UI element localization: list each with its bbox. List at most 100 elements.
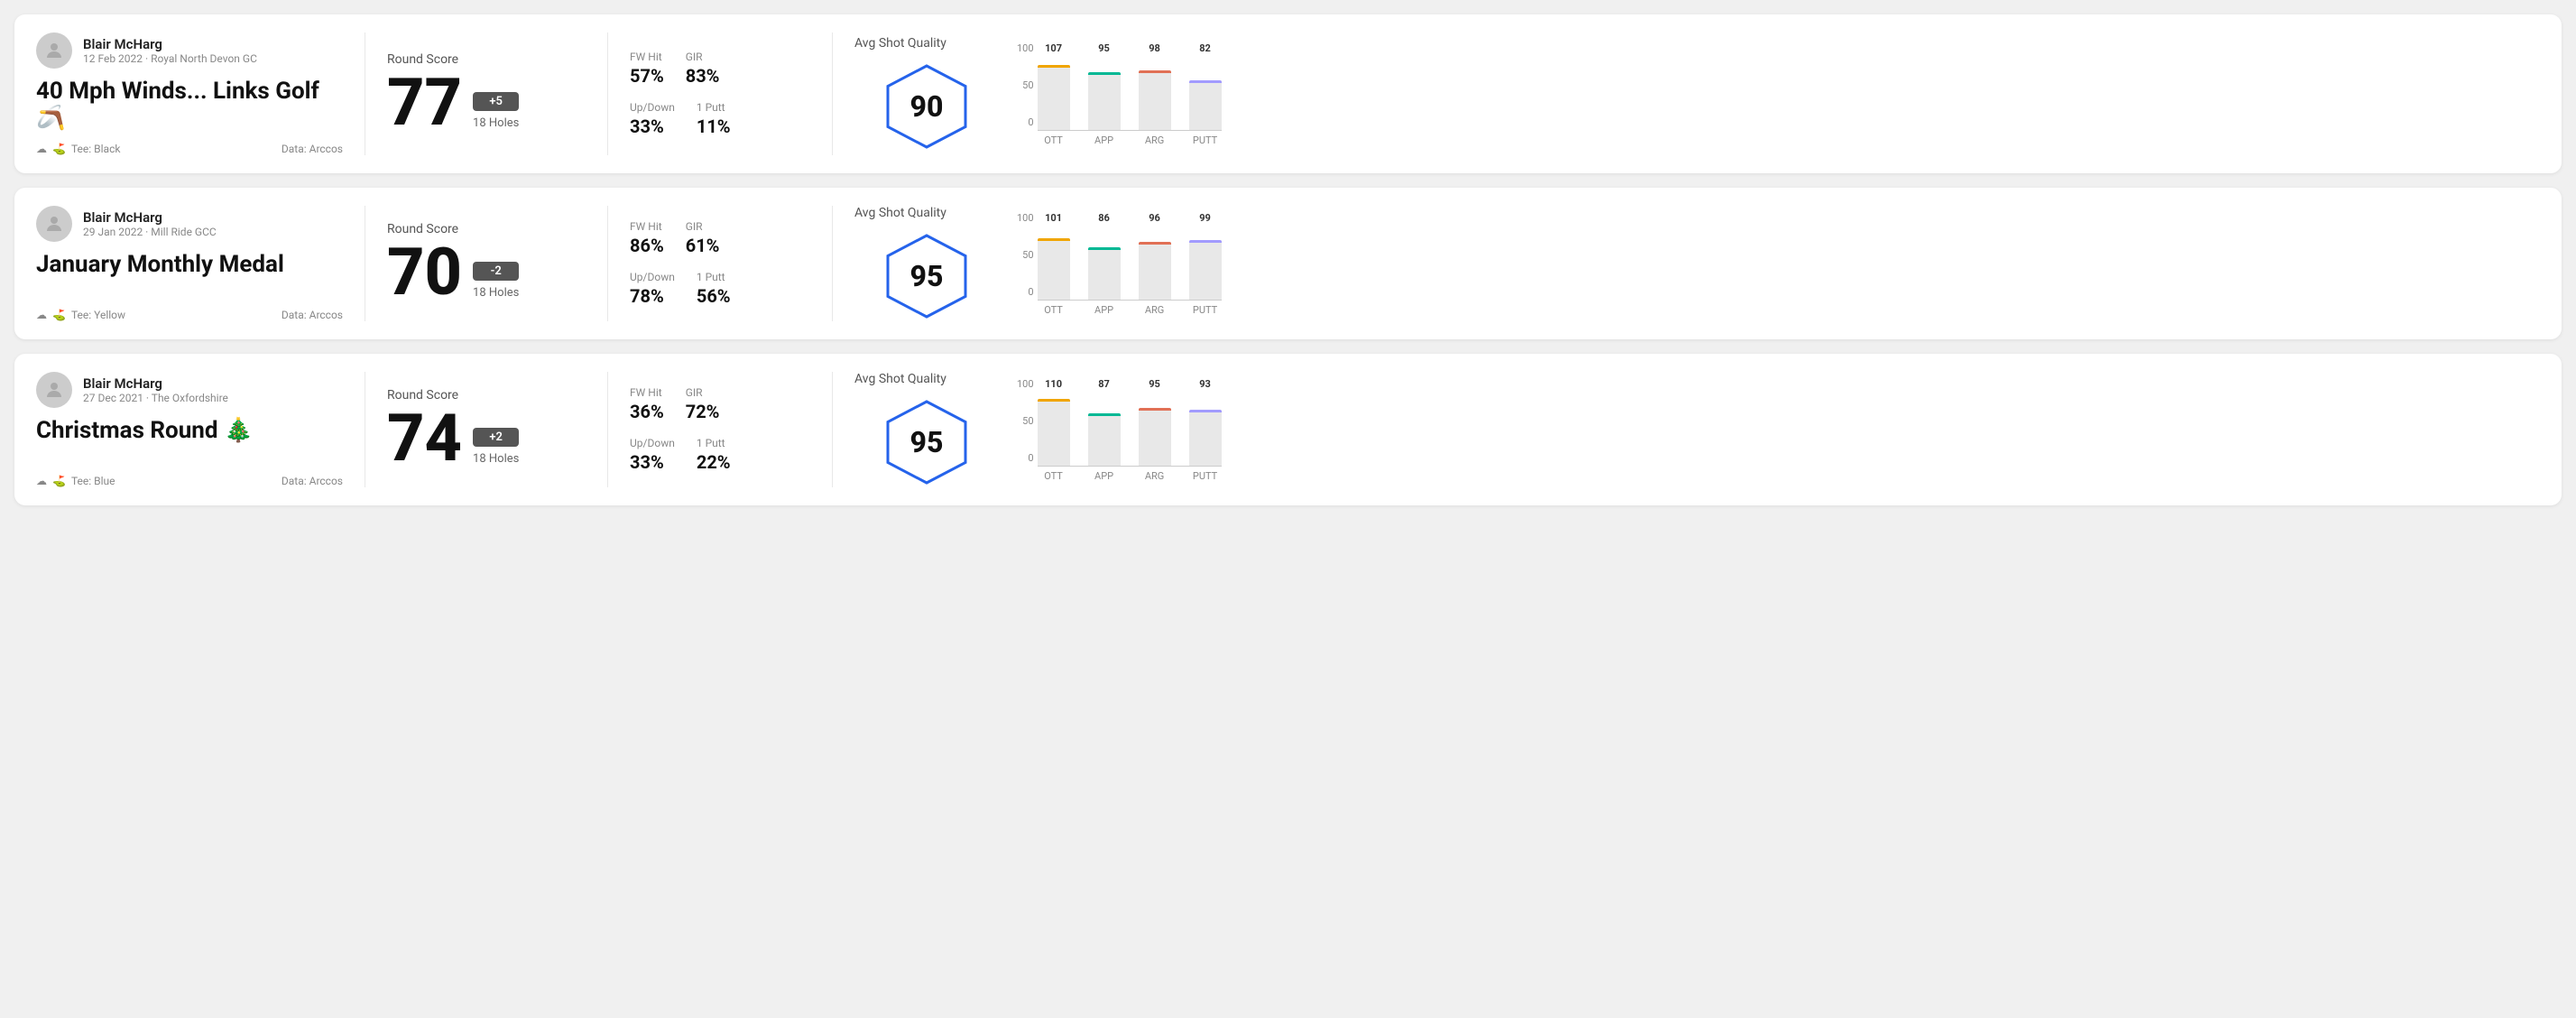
cloud-icon: ☁: [36, 143, 47, 155]
bar: [1088, 413, 1121, 466]
bar-chart: 100 50 0 101 86: [1017, 212, 2540, 316]
section-divider: [607, 32, 608, 155]
chart-x-label: ARG: [1139, 304, 1171, 316]
stat-oneputt: 1 Putt 56%: [697, 271, 731, 307]
golf-cart-icon: ⛳: [52, 143, 66, 155]
chart-bar-group: 110: [1038, 378, 1070, 466]
bar-accent-line: [1038, 238, 1070, 241]
bar-value: 93: [1199, 378, 1211, 390]
x-labels-row: OTTAPPARGPUTT: [1038, 470, 1222, 482]
stat-gir: GIR 83%: [686, 51, 720, 87]
stats-section: FW Hit 86% GIR 61% Up/Down 78% 1 Putt: [630, 206, 810, 321]
hexagon-container: 90: [882, 61, 972, 152]
chart-inner: 107 95 98: [1038, 42, 1222, 146]
user-info: Blair McHarg 12 Feb 2022 · Royal North D…: [83, 36, 257, 65]
user-header: Blair McHarg 12 Feb 2022 · Royal North D…: [36, 32, 343, 69]
bar-value: 95: [1149, 378, 1160, 390]
chart-section: 100 50 0 110 87: [999, 372, 2540, 487]
bar: [1088, 247, 1121, 299]
round-title: 40 Mph Winds... Links Golf 🪃: [36, 78, 343, 132]
chart-x-label: PUTT: [1189, 304, 1222, 316]
chart-x-label: ARG: [1139, 470, 1171, 482]
round-card: Blair McHarg 27 Dec 2021 · The Oxfordshi…: [14, 354, 2562, 505]
stat-oneputt-value: 56%: [697, 285, 731, 307]
bar: [1088, 72, 1121, 129]
chart-bar-group: 107: [1038, 42, 1070, 130]
round-title: January Monthly Medal: [36, 251, 343, 278]
bar-accent-line: [1088, 413, 1121, 416]
stat-fw-hit: FW Hit 86%: [630, 220, 664, 256]
hexagon-container: 95: [882, 231, 972, 321]
chart-bar-group: 82: [1189, 42, 1222, 130]
bar-value: 87: [1098, 378, 1110, 390]
user-info: Blair McHarg 29 Jan 2022 · Mill Ride GCC: [83, 209, 217, 238]
hexagon-container: 95: [882, 397, 972, 487]
score-modifier-badge: +5: [473, 92, 519, 111]
chart-x-label: APP: [1088, 470, 1121, 482]
quality-section: Avg Shot Quality 90: [854, 32, 999, 155]
stats-row-top: FW Hit 36% GIR 72%: [630, 386, 810, 422]
score-section: Round Score 70 -2 18 Holes: [387, 206, 586, 321]
tee-info: ☁ ⛳ Tee: Black: [36, 143, 120, 155]
hexagon-score: 95: [910, 425, 944, 459]
section-divider: [832, 32, 833, 155]
round-title: Christmas Round 🎄: [36, 417, 343, 444]
bar-accent-line: [1038, 399, 1070, 402]
stat-updown: Up/Down 33%: [630, 437, 675, 473]
round-card: Blair McHarg 29 Jan 2022 · Mill Ride GCC…: [14, 188, 2562, 339]
stat-gir-value: 72%: [686, 401, 720, 422]
bar-accent-line: [1139, 242, 1171, 245]
y-axis: 100 50 0: [1017, 212, 1034, 316]
tee-label: Tee: Blue: [71, 475, 115, 487]
stat-gir-label: GIR: [686, 51, 720, 63]
score-holes: 18 Holes: [473, 452, 519, 466]
stat-fw-hit-label: FW Hit: [630, 51, 664, 63]
chart-bar-group: 95: [1088, 42, 1121, 130]
quality-label: Avg Shot Quality: [854, 372, 946, 386]
chart-section: 100 50 0 101 86: [999, 206, 2540, 321]
y-label-100: 100: [1017, 378, 1034, 390]
user-info: Blair McHarg 27 Dec 2021 · The Oxfordshi…: [83, 375, 228, 404]
bar-accent-line: [1139, 70, 1171, 73]
bars-row: 110 87 95: [1038, 378, 1222, 466]
stat-fw-hit: FW Hit 36%: [630, 386, 664, 422]
bar-chart: 100 50 0 107 95: [1017, 42, 2540, 146]
score-row: 74 +2 18 Holes: [387, 406, 586, 471]
chart-inner: 110 87 95: [1038, 378, 1222, 482]
score-right: +2 18 Holes: [473, 428, 519, 471]
y-label-0: 0: [1017, 116, 1034, 128]
stat-gir: GIR 61%: [686, 220, 720, 256]
stat-oneputt-value: 11%: [697, 116, 731, 137]
stat-oneputt-label: 1 Putt: [697, 271, 731, 283]
bar-accent-line: [1038, 65, 1070, 68]
chart-x-label: PUTT: [1189, 470, 1222, 482]
user-name: Blair McHarg: [83, 375, 228, 392]
chart-bar-group: 98: [1139, 42, 1171, 130]
stat-updown: Up/Down 78%: [630, 271, 675, 307]
chart-bar-group: 99: [1189, 212, 1222, 300]
score-section: Round Score 74 +2 18 Holes: [387, 372, 586, 487]
y-axis: 100 50 0: [1017, 42, 1034, 146]
user-meta: 29 Jan 2022 · Mill Ride GCC: [83, 226, 217, 238]
bar: [1189, 410, 1222, 466]
cloud-icon: ☁: [36, 309, 47, 321]
stats-section: FW Hit 36% GIR 72% Up/Down 33% 1 Putt: [630, 372, 810, 487]
user-icon: [43, 213, 65, 235]
user-name: Blair McHarg: [83, 36, 257, 52]
user-icon: [43, 40, 65, 61]
score-right: +5 18 Holes: [473, 92, 519, 135]
chart-x-label: ARG: [1139, 134, 1171, 146]
bar-value: 95: [1098, 42, 1110, 54]
chart-x-label: OTT: [1038, 304, 1070, 316]
stat-updown-value: 33%: [630, 451, 675, 473]
bars-row: 101 86 96: [1038, 212, 1222, 300]
tee-info: ☁ ⛳ Tee: Blue: [36, 475, 115, 487]
bar-value: 101: [1045, 212, 1062, 224]
stat-fw-hit-label: FW Hit: [630, 220, 664, 233]
bar: [1189, 240, 1222, 300]
score-holes: 18 Holes: [473, 286, 519, 300]
user-header: Blair McHarg 27 Dec 2021 · The Oxfordshi…: [36, 372, 343, 408]
stat-updown-label: Up/Down: [630, 101, 675, 114]
y-label-100: 100: [1017, 42, 1034, 54]
stats-row-top: FW Hit 57% GIR 83%: [630, 51, 810, 87]
